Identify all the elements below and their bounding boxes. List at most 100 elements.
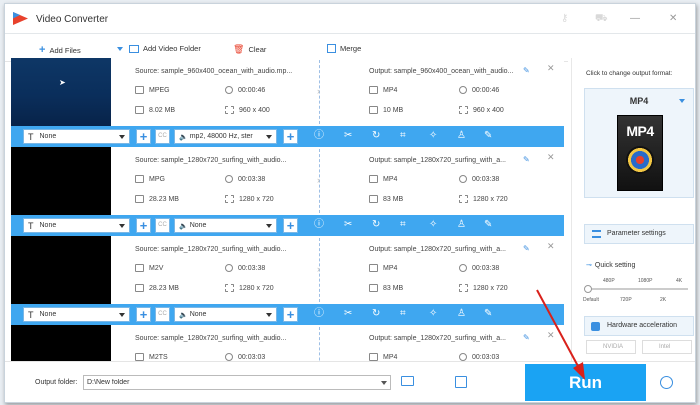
add-subtitle-button[interactable]: +	[136, 218, 151, 233]
app-title: Video Converter	[36, 14, 109, 25]
source-name: Source: sample_1280x720_surfing_with_aud…	[135, 157, 287, 164]
resolution-icon	[459, 195, 468, 203]
format-icon	[135, 86, 144, 94]
chevron-down-icon[interactable]	[381, 381, 387, 385]
subtitle-select[interactable]: T None	[23, 129, 130, 144]
key-icon[interactable]: ⚷	[561, 13, 568, 24]
add-video-folder-button[interactable]: Add Video Folder	[129, 44, 201, 53]
video-thumbnail[interactable]: ➤	[11, 58, 111, 126]
list-item[interactable]: Source: sample_1280x720_surfing_with_aud…	[11, 147, 564, 236]
edit-name-icon[interactable]: ✎	[523, 244, 530, 253]
cut-icon[interactable]: ✂	[344, 219, 352, 231]
remove-item-icon[interactable]: ✕	[547, 241, 555, 252]
video-thumbnail[interactable]	[11, 325, 111, 361]
intel-option[interactable]: Intel	[642, 340, 692, 354]
output-format-selector[interactable]: MP4 MP4	[584, 88, 694, 198]
list-item[interactable]: Source: sample_1280x720_surfing_with_aud…	[11, 236, 564, 325]
watermark-icon[interactable]: ♙	[457, 130, 466, 142]
effects-icon[interactable]: ✧	[429, 219, 437, 231]
add-subtitle-button[interactable]: +	[136, 129, 151, 144]
add-files-button[interactable]: + Add Files	[39, 44, 81, 56]
output-duration: 00:03:03	[459, 353, 499, 361]
remove-item-icon[interactable]: ✕	[547, 330, 555, 341]
add-audio-button[interactable]: +	[283, 129, 298, 144]
add-subtitle-button[interactable]: +	[136, 307, 151, 322]
info-icon[interactable]: ⓘ	[314, 219, 324, 231]
cc-icon[interactable]: CC	[155, 218, 170, 233]
info-icon[interactable]: ⓘ	[314, 130, 324, 142]
merge-button[interactable]: Merge	[327, 44, 361, 53]
output-folder-input[interactable]	[83, 375, 391, 390]
output-duration: 00:00:46	[459, 86, 499, 94]
clock-icon	[225, 175, 233, 183]
audio-select[interactable]: 🔈 mp2, 48000 Hz, ster	[174, 129, 277, 144]
open-output-folder-icon[interactable]	[455, 376, 467, 388]
divider	[319, 327, 320, 361]
video-thumbnail[interactable]	[11, 236, 111, 304]
quick-setting: ⊸ Quick setting	[586, 261, 635, 269]
remove-item-icon[interactable]: ✕	[547, 63, 555, 74]
video-thumbnail[interactable]	[11, 147, 111, 215]
remove-item-icon[interactable]: ✕	[547, 152, 555, 163]
settings-sliders-icon	[592, 230, 601, 238]
cut-icon[interactable]: ✂	[344, 130, 352, 142]
parameter-settings-label: Parameter settings	[607, 230, 666, 237]
crop-icon[interactable]: ⌗	[400, 130, 406, 142]
tick-label: 720P	[620, 297, 632, 303]
cart-icon[interactable]: ⛟	[595, 13, 608, 26]
effects-icon[interactable]: ✧	[429, 130, 437, 142]
arrow-right-icon: ›	[317, 86, 320, 96]
minimize-button[interactable]: —	[630, 13, 640, 24]
hardware-acceleration-toggle[interactable]: Hardware acceleration	[584, 316, 694, 336]
subtitle-edit-icon[interactable]: ✎	[484, 130, 492, 142]
clear-button[interactable]: 🗑 Clear	[233, 44, 266, 55]
slider-handle[interactable]	[584, 285, 592, 293]
nvidia-option[interactable]: NVIDIA	[586, 340, 636, 354]
file-icon	[369, 106, 378, 114]
info-icon[interactable]: ⓘ	[314, 308, 324, 320]
source-size: 8.02 MB	[135, 106, 175, 114]
list-item[interactable]: ➤ Source: sample_960x400_ocean_with_audi…	[11, 58, 564, 147]
subtitle-edit-icon[interactable]: ✎	[484, 308, 492, 320]
subtitle-select[interactable]: T None	[23, 307, 130, 322]
clear-label: Clear	[248, 45, 267, 54]
subtitle-select[interactable]: T None	[23, 218, 130, 233]
edit-name-icon[interactable]: ✎	[523, 66, 530, 75]
audio-select[interactable]: 🔈 None	[174, 218, 277, 233]
edit-name-icon[interactable]: ✎	[523, 155, 530, 164]
close-window-button[interactable]: ✕	[669, 13, 677, 24]
output-size: 83 MB	[369, 195, 403, 203]
cc-icon[interactable]: CC	[155, 129, 170, 144]
file-icon	[369, 284, 378, 292]
rotate-icon[interactable]: ↻	[372, 308, 380, 320]
add-audio-button[interactable]: +	[283, 307, 298, 322]
run-button[interactable]: Run	[525, 364, 646, 401]
add-files-dropdown-icon[interactable]	[117, 47, 123, 51]
format-icon	[369, 264, 378, 272]
subtitle-edit-icon[interactable]: ✎	[484, 219, 492, 231]
source-duration: 00:03:38	[225, 264, 265, 272]
mp4-format-image-label: MP4	[626, 123, 654, 139]
crop-icon[interactable]: ⌗	[400, 219, 406, 231]
quick-setting-slider[interactable]	[588, 288, 688, 290]
edit-name-icon[interactable]: ✎	[523, 333, 530, 342]
effects-icon[interactable]: ✧	[429, 308, 437, 320]
audio-select[interactable]: 🔈 None	[174, 307, 277, 322]
cut-icon[interactable]: ✂	[344, 308, 352, 320]
rotate-icon[interactable]: ↻	[372, 219, 380, 231]
merge-label: Merge	[340, 44, 362, 53]
list-item[interactable]: Source: sample_1280x720_surfing_with_aud…	[11, 325, 564, 361]
parameter-settings-button[interactable]: Parameter settings	[584, 224, 694, 244]
watermark-icon[interactable]: ♙	[457, 308, 466, 320]
rotate-icon[interactable]: ↻	[372, 130, 380, 142]
item-toolbar: T None + CC 🔈 None + ⓘ ✂ ↻ ⌗ ✧ ♙ ✎	[11, 304, 564, 325]
output-format-hint: Click to change output format:	[586, 70, 673, 77]
add-audio-button[interactable]: +	[283, 218, 298, 233]
clock-icon	[459, 353, 467, 361]
resolution-icon	[459, 106, 468, 114]
crop-icon[interactable]: ⌗	[400, 308, 406, 320]
cc-icon[interactable]: CC	[155, 307, 170, 322]
browse-folder-icon[interactable]	[401, 376, 414, 386]
watermark-icon[interactable]: ♙	[457, 219, 466, 231]
alarm-clock-icon[interactable]	[660, 376, 673, 389]
